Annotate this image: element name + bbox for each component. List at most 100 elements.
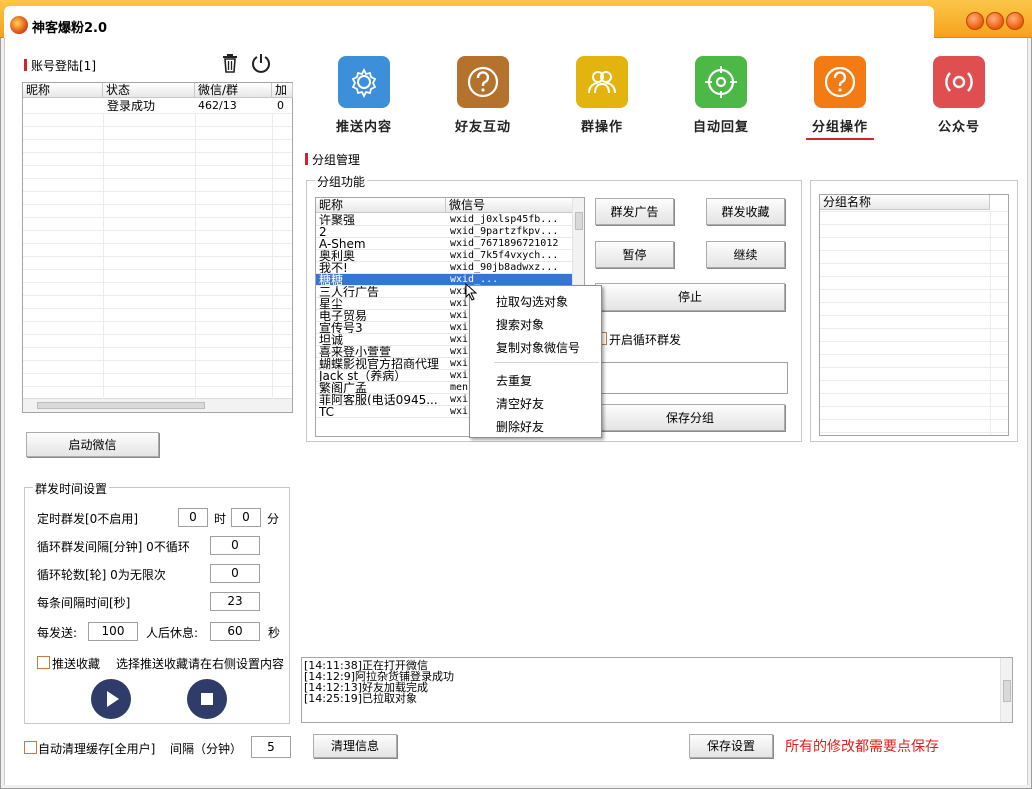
hour-input[interactable]: 0: [178, 508, 208, 527]
close-button[interactable]: [1006, 12, 1024, 30]
launch-wechat-button[interactable]: 启动微信: [26, 432, 159, 457]
column-header[interactable]: 微信号: [446, 198, 573, 213]
account-status: 登录成功: [107, 99, 156, 113]
contact-row[interactable]: A-Shem wxid_7671896721012: [316, 238, 573, 250]
tool-icon-bg: [695, 56, 747, 108]
tool-icon-bg: [457, 56, 509, 108]
tool-auto-reply[interactable]: 自动回复: [661, 56, 781, 135]
contact-wxid: wxi: [450, 310, 469, 321]
clear-info-button[interactable]: 清理信息: [313, 734, 397, 758]
contact-wxid: wxi: [450, 394, 469, 405]
rest-unit: 秒: [268, 626, 281, 640]
account-add: 0: [277, 99, 284, 112]
rounds-label: 循环轮数[轮] 0为无限次: [37, 568, 166, 582]
column-header[interactable]: 微信/群: [195, 83, 272, 98]
minute-unit: 分: [267, 512, 280, 526]
group-ad-button[interactable]: 群发广告: [595, 198, 674, 225]
stop-button[interactable]: [187, 679, 227, 719]
contact-row[interactable]: 我不! wxid_90jb8adwxz...: [316, 262, 573, 274]
menu-item-pull-checked[interactable]: 拉取勾选对象: [496, 293, 568, 310]
table-row[interactable]: 登录成功 462/13 0: [23, 99, 292, 113]
contact-row[interactable]: 许聚强 wxid_j0xlsp45fb...: [316, 214, 573, 226]
each-interval-input[interactable]: 23: [210, 592, 260, 611]
contact-wxid: wxi: [450, 346, 469, 357]
rest-label: 人后休息:: [146, 626, 199, 640]
save-group-button[interactable]: 保存分组: [595, 404, 785, 431]
resume-button[interactable]: 继续: [706, 241, 785, 268]
pause-button[interactable]: 暂停: [595, 241, 674, 268]
interval-input[interactable]: 0: [210, 536, 260, 555]
column-header[interactable]: 昵称: [23, 83, 103, 98]
tool-label: 群操作: [580, 120, 623, 135]
horizontal-scrollbar[interactable]: [23, 398, 292, 412]
tool-group-operation[interactable]: 群操作: [542, 56, 662, 135]
contact-row[interactable]: 奥利奥 wxid_7k5f4vxych...: [316, 250, 573, 262]
rest-input[interactable]: 60: [210, 622, 260, 641]
contact-nick: 电子贸易: [319, 310, 368, 322]
column-header[interactable]: 加: [272, 83, 293, 98]
auto-clean-label: 自动清理缓存[全用户]: [38, 742, 156, 756]
power-icon[interactable]: [250, 52, 272, 74]
broadcast-icon: [945, 72, 973, 92]
account-header: 账号登陆[1]: [24, 57, 96, 74]
stop-icon: [201, 693, 213, 705]
rounds-input[interactable]: 0: [210, 564, 260, 583]
push-fav-checkbox[interactable]: [37, 656, 50, 669]
tool-icon-bg: [338, 56, 390, 108]
contact-nick: 星尘: [319, 298, 344, 310]
auto-clean-checkbox[interactable]: [24, 741, 37, 754]
tool-friend-interaction[interactable]: 好友互动: [423, 56, 543, 135]
contact-wxid: men: [450, 382, 469, 393]
column-header[interactable]: 分组名称: [820, 195, 990, 210]
group-icon: [588, 71, 616, 94]
contact-nick: 糖糖: [319, 274, 344, 286]
menu-item-clear-friends[interactable]: 清空好友: [496, 395, 544, 412]
column-header[interactable]: 状态: [103, 83, 195, 98]
menu-item-delete-friends[interactable]: 删除好友: [496, 418, 544, 435]
trash-icon[interactable]: [221, 53, 239, 73]
minute-input[interactable]: 0: [231, 508, 261, 527]
contact-wxid: wxi: [450, 406, 469, 417]
log-scrollbar[interactable]: [1000, 658, 1012, 722]
tool-label: 推送内容: [335, 120, 392, 135]
tool-icon-bg: [576, 56, 628, 108]
stop-send-button[interactable]: 停止: [595, 283, 785, 311]
contact-row[interactable]: 2 wxid_9partzfkpv...: [316, 226, 573, 238]
group-name-input[interactable]: [594, 362, 788, 394]
group-function-label: 分组功能: [315, 173, 368, 190]
menu-item-dedupe[interactable]: 去重复: [496, 372, 532, 389]
tool-official-account[interactable]: 公众号: [899, 56, 1019, 135]
mouse-cursor-icon: [465, 283, 478, 301]
section-title: 分组管理: [305, 151, 360, 168]
each-interval-label: 每条间隔时间[秒]: [37, 596, 131, 610]
group-fav-button[interactable]: 群发收藏: [706, 198, 785, 225]
clean-interval-input[interactable]: 5: [251, 736, 291, 758]
save-settings-button[interactable]: 保存设置: [689, 734, 773, 758]
contact-nick: 宣传号3: [319, 322, 363, 334]
maximize-button[interactable]: [986, 12, 1004, 30]
interval-label: 循环群发间隔[分钟] 0不循环: [37, 540, 190, 554]
gear-icon: [351, 67, 377, 98]
per-send-input[interactable]: 100: [88, 622, 138, 641]
menu-item-copy-wxid[interactable]: 复制对象微信号: [496, 339, 580, 356]
play-button[interactable]: [91, 679, 131, 719]
menu-item-search[interactable]: 搜索对象: [496, 316, 544, 333]
contact-nick: 许聚强: [319, 214, 356, 226]
column-header[interactable]: 昵称: [316, 198, 446, 213]
contact-nick: Jack st（养病）: [319, 370, 407, 382]
push-fav-label: 推送收藏: [52, 657, 101, 671]
save-notice: 所有的修改都需要点保存: [785, 739, 939, 755]
contact-nick: 三人行广告: [319, 286, 380, 298]
tool-label: 好友互动: [454, 120, 511, 135]
contact-nick: 菲阿客服(电话0945...: [319, 394, 438, 406]
minimize-button[interactable]: [966, 12, 984, 30]
app-title: 神客爆粉2.0: [32, 21, 108, 36]
tool-group-management[interactable]: 分组操作: [780, 56, 900, 140]
timed-send-label: 定时群发[0不启用]: [37, 512, 138, 526]
contact-wxid: wxid_7671896721012: [450, 238, 559, 249]
context-menu: 拉取勾选对象 搜索对象 复制对象微信号 去重复 清空好友 删除好友: [469, 285, 602, 438]
tool-icon-bg: [933, 56, 985, 108]
app-logo-icon: [10, 16, 28, 34]
tool-label: 分组操作: [811, 120, 868, 135]
tool-push-content[interactable]: 推送内容: [304, 56, 424, 135]
